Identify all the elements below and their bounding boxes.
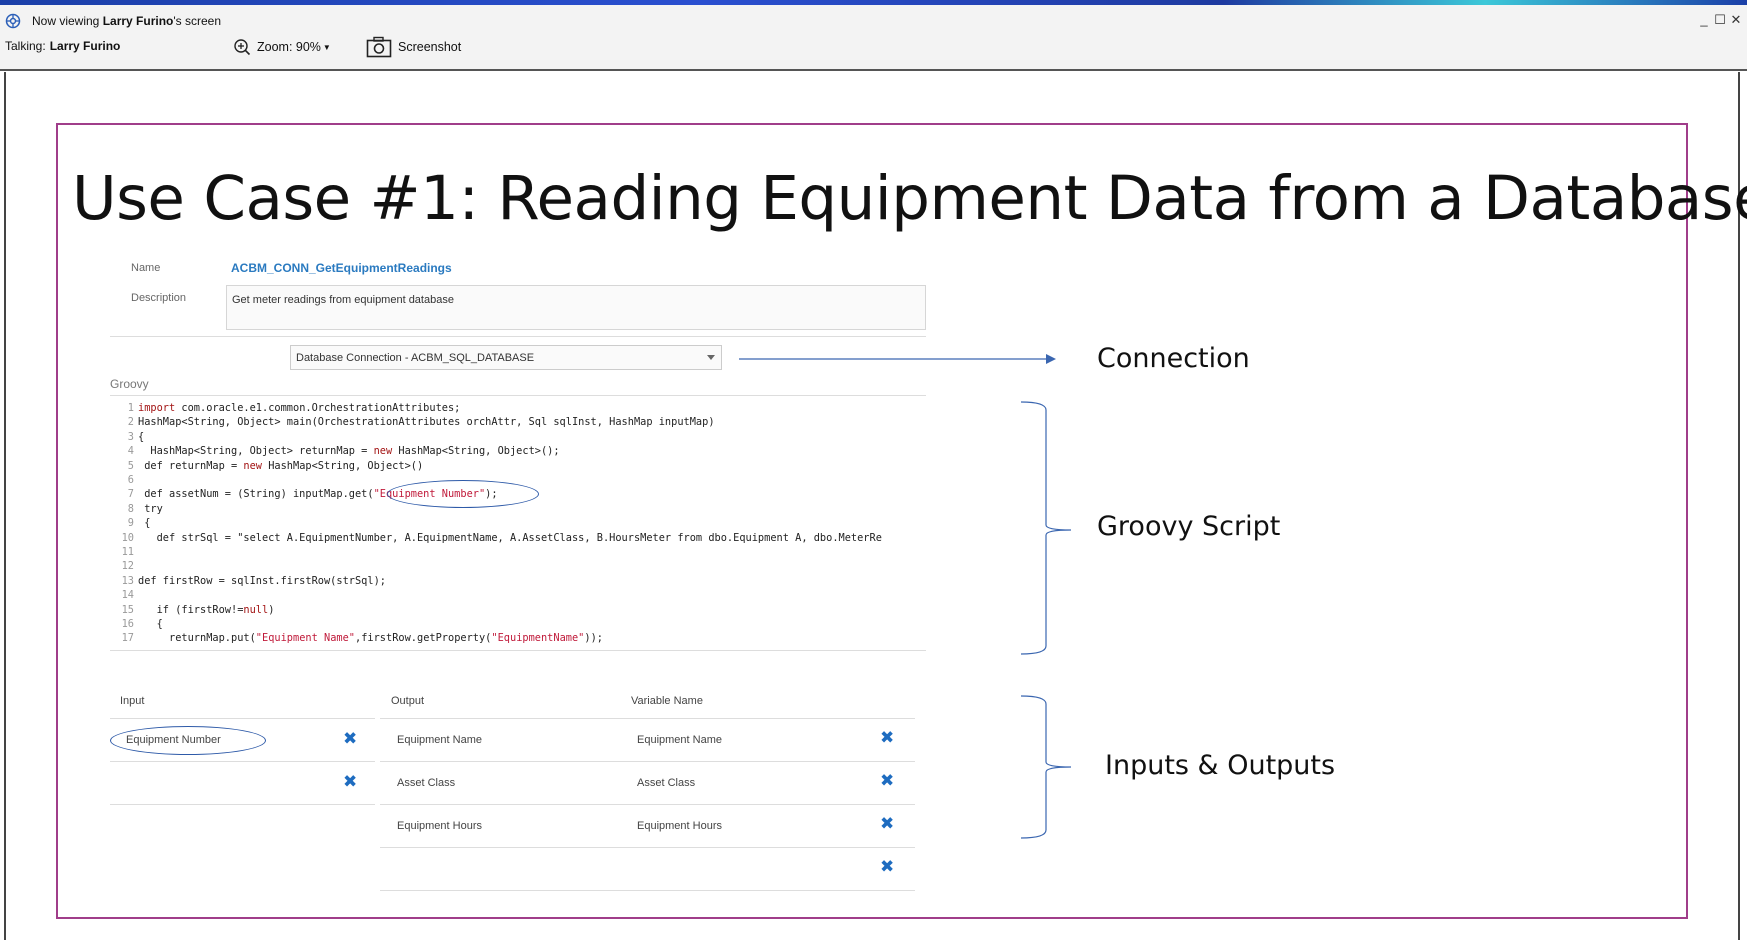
arrow-head-icon (1046, 354, 1056, 364)
close-button[interactable]: ✕ (1729, 12, 1743, 28)
zoom-control[interactable]: Zoom: 90% ▼ (233, 35, 331, 59)
window-controls: _ ☐ ✕ (1697, 12, 1743, 28)
annotation-overlay (739, 354, 1072, 839)
title-prefix: Now viewing (32, 14, 103, 28)
groovy-brace (1020, 401, 1072, 655)
groovy-annotation: Groovy Script (1097, 511, 1281, 542)
zoom-label: Zoom: 90% (257, 40, 321, 54)
screenshot-button[interactable]: Screenshot (366, 35, 461, 59)
io-brace (1020, 695, 1072, 839)
io-annotation: Inputs & Outputs (1105, 750, 1336, 781)
maximize-button[interactable]: ☐ (1713, 12, 1727, 28)
camera-icon (366, 36, 392, 58)
talking-label: Talking: (5, 39, 46, 53)
viewer-toolbar: Talking: Larry Furino Zoom: 90% ▼ Screens… (0, 35, 1747, 71)
title-name: Larry Furino (102, 14, 174, 28)
talking-name: Larry Furino (49, 39, 121, 53)
presentation-slide: Use Case #1: Reading Equipment Data from… (56, 123, 1747, 919)
screenshot-label: Screenshot (398, 40, 462, 54)
window-titlebar: Now viewing Larry Furino's screen _ ☐ ✕ (0, 5, 1747, 35)
chevron-down-icon: ▼ (322, 42, 331, 52)
title-suffix: 's screen (173, 14, 222, 28)
zoom-in-icon (234, 39, 251, 56)
talking-indicator: Talking: Larry Furino (5, 39, 120, 53)
app-logo-icon (5, 13, 21, 29)
minimize-button[interactable]: _ (1697, 12, 1711, 28)
window-title: Now viewing Larry Furino's screen (32, 14, 221, 28)
connection-annotation: Connection (1097, 343, 1250, 374)
